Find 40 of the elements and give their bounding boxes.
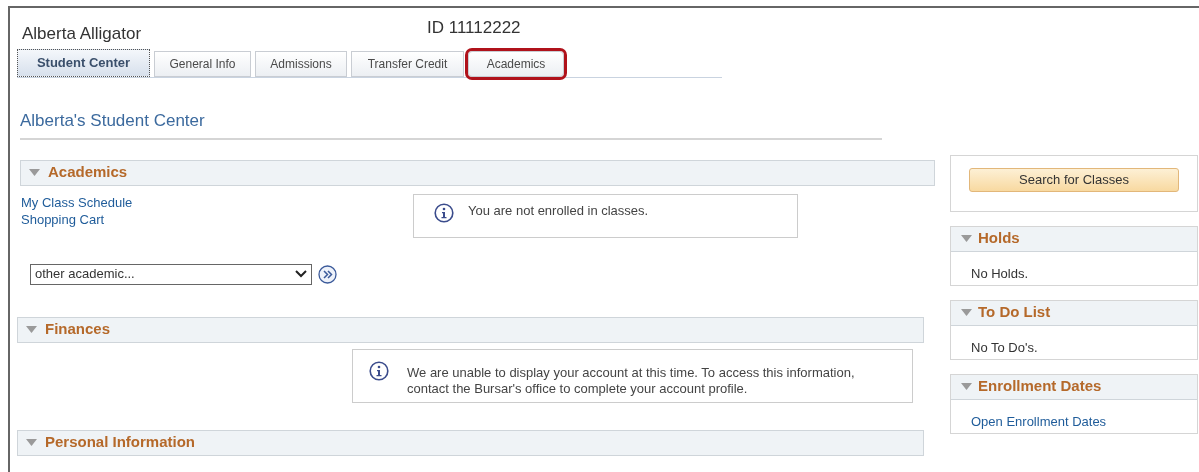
panel-title: To Do List	[978, 302, 1051, 323]
collapse-icon[interactable]	[961, 382, 972, 391]
section-header[interactable]: Personal Information	[17, 429, 924, 456]
link[interactable]: Shopping Cart	[21, 210, 105, 228]
tab[interactable]: Transfer Credit	[351, 51, 464, 77]
info-icon	[369, 360, 389, 381]
section-header[interactable]: Finances	[17, 316, 924, 343]
link[interactable]: My Class Schedule	[21, 193, 133, 211]
collapse-icon[interactable]	[26, 438, 37, 447]
collapse-icon[interactable]	[29, 168, 40, 177]
student-name: Alberta Alligator	[22, 22, 143, 45]
panel-title: Enrollment Dates	[978, 376, 1102, 397]
collapse-icon[interactable]	[26, 325, 37, 334]
section-header[interactable]: Academics	[20, 159, 935, 186]
section-title: Finances	[45, 319, 111, 340]
student-id: ID 11112222	[427, 16, 521, 39]
panel-text: No To Do's.	[971, 338, 1038, 357]
collapse-icon[interactable]	[961, 308, 972, 317]
info-icon	[434, 202, 454, 223]
dropdown[interactable]: other academic...	[30, 263, 312, 285]
panel-header[interactable]: Enrollment Dates	[951, 374, 1197, 400]
tab[interactable]: Admissions	[255, 51, 347, 77]
collapse-icon[interactable]	[961, 234, 972, 243]
tab[interactable]: General Info	[154, 51, 251, 77]
dropdown-value: other academic...	[35, 265, 135, 284]
link[interactable]: Open Enrollment Dates	[971, 411, 1107, 431]
section-title: Academics	[48, 162, 128, 183]
section-title: Personal Information	[45, 432, 196, 453]
chevron-down-icon	[295, 270, 307, 278]
tab[interactable]: Academics	[468, 51, 564, 77]
go-icon[interactable]	[318, 264, 337, 284]
panel-header[interactable]: To Do List	[951, 300, 1197, 326]
page-title: Alberta's Student Center	[20, 111, 205, 130]
panel-header[interactable]: Holds	[951, 226, 1197, 252]
panel-title: Holds	[978, 228, 1020, 249]
tab[interactable]: Student Center	[17, 49, 150, 77]
notice-text: We are unable to display your account at this time. To access this information, contact the Bursar's office to complete your account profile.	[407, 364, 856, 397]
panel-text: No Holds.	[971, 264, 1029, 283]
search-button[interactable]: Search for Classes	[969, 167, 1179, 192]
notice-text: You are not enrolled in classes.	[468, 202, 649, 219]
